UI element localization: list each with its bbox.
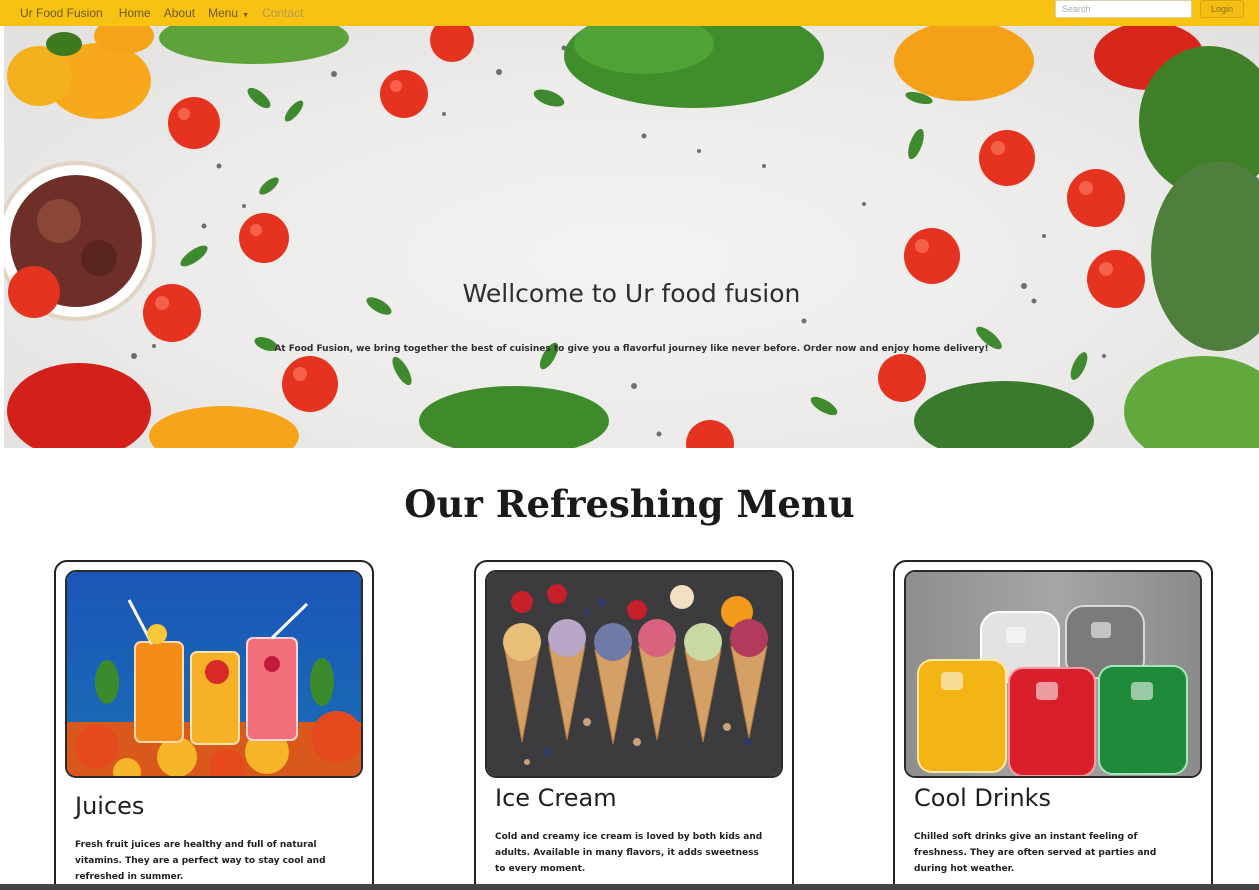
hero-banner: Wellcome to Ur food fusion At Food Fusio… <box>4 26 1259 448</box>
hero-background-image <box>4 26 1259 448</box>
hero-title: Wellcome to Ur food fusion <box>462 279 801 308</box>
nav-link-home[interactable]: Home <box>119 6 151 20</box>
menu-card-cool-drinks: Cool Drinks Chilled soft drinks give an … <box>893 560 1213 890</box>
hero-text: At Food Fusion, we bring together the be… <box>274 344 989 354</box>
nav-dropdown-menu[interactable]: Menu ▼ <box>208 6 249 20</box>
juices-image <box>65 570 363 778</box>
nav-link-about[interactable]: About <box>164 6 195 20</box>
login-button[interactable]: Login <box>1200 0 1244 18</box>
card-text: Cold and creamy ice cream is loved by bo… <box>495 832 763 874</box>
card-text: Fresh fruit juices are healthy and full … <box>75 840 326 882</box>
cool-drinks-image <box>904 570 1202 778</box>
menu-heading: Our Refreshing Menu <box>404 482 855 526</box>
card-title: Cool Drinks <box>914 784 1052 812</box>
card-title: Ice Cream <box>495 784 617 812</box>
brand-link[interactable]: Ur Food Fusion <box>20 6 103 20</box>
card-title: Juices <box>75 792 145 820</box>
nav-links: Home About Menu ▼ Contact <box>119 6 304 20</box>
caret-down-icon: ▼ <box>242 12 250 19</box>
nav-link-contact[interactable]: Contact <box>262 6 303 20</box>
card-text: Chilled soft drinks give an instant feel… <box>914 832 1157 874</box>
search-input[interactable] <box>1055 0 1192 18</box>
navbar: Ur Food Fusion Home About Menu ▼ Contact … <box>0 0 1259 26</box>
menu-card-juices: Juices Fresh fruit juices are healthy an… <box>54 560 374 890</box>
nav-link-menu-label: Menu <box>208 6 239 20</box>
window-bottom-edge <box>0 884 1259 890</box>
menu-card-ice-cream: Ice Cream Cold and creamy ice cream is l… <box>474 560 794 890</box>
ice-cream-image <box>485 570 783 778</box>
